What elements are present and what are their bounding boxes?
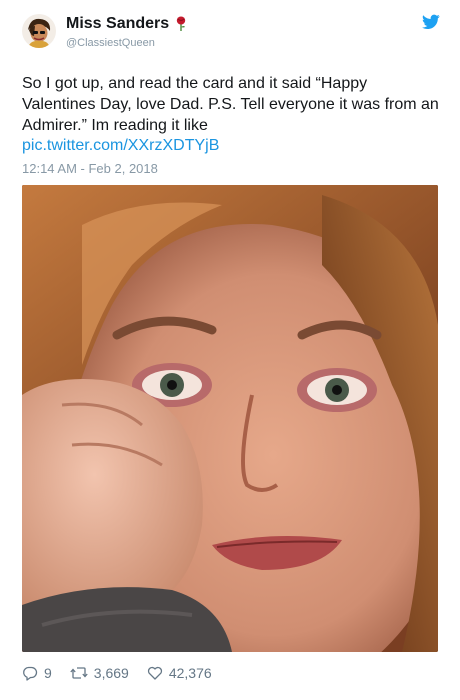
rose-icon [175,16,187,32]
reply-count: 9 [44,665,52,681]
display-name-text[interactable]: Miss Sanders [66,15,169,33]
like-count: 42,376 [168,665,212,681]
retweet-action[interactable]: 3,669 [70,665,129,681]
retweet-count: 3,669 [93,665,129,681]
crying-woman-photo [22,185,438,652]
tweet-photo[interactable] [22,185,438,652]
like-action[interactable]: 42,376 [147,665,212,681]
twitter-bird-icon[interactable] [422,14,440,30]
display-name[interactable]: Miss Sanders [66,15,187,33]
tweet-actions: 9 3,669 42,376 [22,664,230,682]
reply-icon [22,665,38,681]
retweet-icon [70,665,88,681]
avatar[interactable] [22,14,56,48]
tweet-text: So I got up, and read the card and it sa… [22,75,439,134]
heart-icon [147,665,163,681]
tweet-timestamp[interactable]: 12:14 AM - Feb 2, 2018 [22,161,158,176]
reply-action[interactable]: 9 [22,665,52,681]
tweet-media-link[interactable]: pic.twitter.com/XXrzXDTYjB [22,137,219,155]
tweet-card: Miss Sanders @ClassiestQueen So I got up… [0,0,460,700]
user-handle[interactable]: @ClassiestQueen [66,37,155,49]
